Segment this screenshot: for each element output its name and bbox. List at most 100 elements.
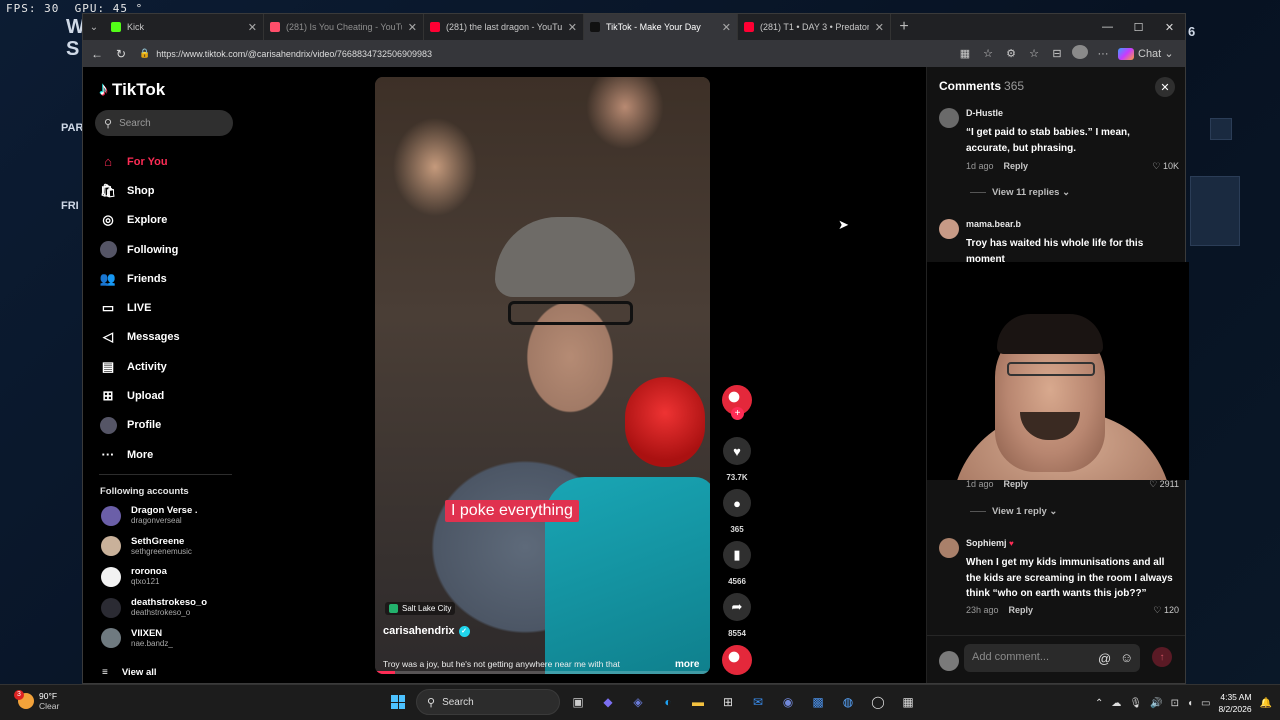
tray-chevron-icon[interactable]: ⌃ bbox=[1095, 698, 1103, 709]
mention-icon[interactable]: @ bbox=[1098, 651, 1111, 666]
refresh-icon[interactable]: ↻ bbox=[109, 42, 133, 66]
location-tag[interactable]: Salt Lake City bbox=[385, 602, 456, 615]
video-player[interactable]: I poke everything Salt Lake City carisah… bbox=[375, 77, 710, 674]
commenter-avatar[interactable] bbox=[939, 108, 959, 128]
weather-widget[interactable]: 3 90°F Clear bbox=[14, 690, 59, 711]
close-tab-icon[interactable]: ✕ bbox=[408, 21, 417, 34]
battery-icon[interactable]: ▭ bbox=[1201, 698, 1210, 709]
speaker-icon[interactable]: 🔊 bbox=[1150, 698, 1162, 709]
sidebar-item-more[interactable]: ··· More bbox=[99, 440, 234, 469]
sidebar-item-activity[interactable]: ▤ Activity bbox=[99, 352, 234, 381]
favorite-star-icon[interactable]: ☆ bbox=[980, 47, 996, 60]
comment-like-button[interactable]: ♡ 2911 bbox=[1149, 479, 1179, 490]
reply-button[interactable]: Reply bbox=[1004, 161, 1029, 171]
sidebar-item-messages[interactable]: ◁ Messages bbox=[99, 323, 234, 352]
following-account[interactable]: SethGreene sethgreenemusic bbox=[101, 536, 192, 557]
mail-icon[interactable]: ✉ bbox=[746, 690, 770, 714]
tab-search-icon[interactable]: ⌄ bbox=[83, 14, 105, 40]
sidebar-item-live[interactable]: ▭ LIVE bbox=[99, 293, 234, 322]
discord-icon[interactable]: ◉ bbox=[776, 690, 800, 714]
obs-icon[interactable]: ◯ bbox=[866, 690, 890, 714]
copilot-app-icon[interactable]: ◆ bbox=[596, 690, 620, 714]
add-comment-input[interactable]: Add comment... bbox=[964, 644, 1140, 672]
reply-button[interactable]: Reply bbox=[1009, 605, 1034, 615]
sidebar-item-friends[interactable]: 👥 Friends bbox=[99, 264, 234, 293]
search-input[interactable]: ⚲ Search bbox=[95, 110, 233, 136]
view-replies-button[interactable]: View 11 replies ⌄ bbox=[970, 187, 1070, 198]
view-replies-button[interactable]: View 1 reply ⌄ bbox=[970, 506, 1057, 517]
close-tab-icon[interactable]: ✕ bbox=[875, 21, 884, 34]
browser-tab[interactable]: (281) the last dragon - YouTube ✕ bbox=[424, 14, 584, 40]
description-more-button[interactable]: more bbox=[675, 659, 699, 670]
copilot-chat-button[interactable]: Chat bbox=[1118, 47, 1161, 60]
edge-icon[interactable]: ◐ bbox=[656, 690, 680, 714]
taskbar-search[interactable]: ⚲ Search bbox=[416, 689, 560, 715]
sidebar-item-profile[interactable]: Profile bbox=[99, 411, 234, 440]
close-comments-icon[interactable]: ✕ bbox=[1155, 77, 1175, 97]
follow-plus-icon[interactable]: + bbox=[731, 407, 744, 420]
comment-like-button[interactable]: ♡ 10K bbox=[1152, 161, 1179, 172]
windows-start-icon[interactable] bbox=[386, 690, 410, 714]
video-author[interactable]: carisahendrix ✓ bbox=[383, 625, 470, 637]
browser-tab[interactable]: (281) Is You Cheating - YouTube ✕ bbox=[264, 14, 424, 40]
save-button[interactable]: ▮ 4566 bbox=[721, 541, 753, 586]
comment-like-button[interactable]: ♡ 120 bbox=[1153, 605, 1179, 616]
following-account[interactable]: deathstrokeso_o deathstrokeso_o bbox=[101, 597, 207, 618]
extensions-icon[interactable]: ⚙ bbox=[1003, 47, 1019, 60]
tiktok-logo[interactable]: ♪ TikTok bbox=[99, 79, 165, 100]
sidebar-item-shop[interactable]: 🛍 Shop bbox=[99, 176, 234, 205]
maximize-icon[interactable]: ☐ bbox=[1123, 14, 1154, 40]
browser-tab[interactable]: TikTok - Make Your Day ✕ bbox=[584, 14, 738, 40]
reply-button[interactable]: Reply bbox=[1004, 479, 1029, 489]
back-icon[interactable]: ← bbox=[85, 42, 109, 66]
comment-button[interactable]: ● 365 bbox=[721, 489, 753, 534]
close-tab-icon[interactable]: ✕ bbox=[248, 21, 257, 34]
sidebar-item-following[interactable]: Following bbox=[99, 235, 234, 264]
like-button[interactable]: ♥ 73.7K bbox=[721, 437, 753, 482]
comment-username[interactable]: Sophiemj ♥ bbox=[966, 538, 1014, 548]
notification-bell-icon[interactable]: 🔔 bbox=[1260, 698, 1272, 709]
close-window-icon[interactable]: ✕ bbox=[1154, 14, 1185, 40]
commenter-avatar[interactable] bbox=[939, 538, 959, 558]
file-explorer-icon[interactable]: ▬ bbox=[686, 690, 710, 714]
following-account[interactable]: Dragon Verse . dragonverseal bbox=[101, 505, 198, 526]
view-all-button[interactable]: ≡ View all bbox=[102, 667, 157, 678]
task-view-icon[interactable]: ▣ bbox=[566, 690, 590, 714]
sidebar-item-for-you[interactable]: ⌂ For You bbox=[99, 147, 234, 176]
collections-icon[interactable]: ☆ bbox=[1026, 47, 1042, 60]
profile-icon[interactable] bbox=[1072, 45, 1088, 62]
clock[interactable]: 4:35 AM 8/2/2026 bbox=[1218, 691, 1251, 715]
new-tab-button[interactable]: + bbox=[891, 14, 917, 40]
settings-more-icon[interactable]: ··· bbox=[1095, 48, 1111, 60]
send-comment-icon[interactable]: ↑ bbox=[1152, 647, 1172, 667]
reader-icon[interactable]: ▦ bbox=[957, 47, 973, 60]
teams-icon[interactable]: ◈ bbox=[626, 690, 650, 714]
network-icon[interactable]: ⊡ bbox=[1171, 698, 1179, 709]
browser-tab[interactable]: (281) T1 • DAY 3 • Predator Pro ✕ bbox=[738, 14, 891, 40]
close-tab-icon[interactable]: ✕ bbox=[722, 21, 731, 34]
close-tab-icon[interactable]: ✕ bbox=[568, 21, 577, 34]
browser-tab[interactable]: Kick ✕ bbox=[105, 14, 264, 40]
minimize-icon[interactable]: — bbox=[1092, 14, 1123, 40]
microphone-icon[interactable]: 🎙 bbox=[1129, 698, 1142, 709]
comment-username[interactable]: mama.bear.b bbox=[966, 219, 1021, 229]
split-screen-icon[interactable]: ⊟ bbox=[1049, 47, 1065, 60]
video-progress-bar[interactable] bbox=[375, 671, 710, 674]
app-icon[interactable]: ▩ bbox=[806, 690, 830, 714]
following-account[interactable]: roronoa qtxo121 bbox=[101, 566, 167, 587]
sidebar-item-explore[interactable]: ◎ Explore bbox=[99, 206, 234, 235]
share-button[interactable]: ➦ 8554 bbox=[721, 593, 753, 638]
app-icon[interactable]: ▦ bbox=[896, 690, 920, 714]
following-account[interactable]: VIIXEN nae.bandz_ bbox=[101, 628, 173, 649]
sidebar-item-upload[interactable]: ⊞ Upload bbox=[99, 381, 234, 410]
cloud-icon[interactable]: ☁ bbox=[1111, 698, 1121, 709]
commenter-avatar[interactable] bbox=[939, 219, 959, 239]
chevron-down-icon[interactable]: ⌄ bbox=[1161, 47, 1177, 60]
store-icon[interactable]: ⊞ bbox=[716, 690, 740, 714]
comment-username[interactable]: D-Hustle bbox=[966, 108, 1003, 118]
volume-icon[interactable]: ◖ bbox=[1187, 698, 1193, 709]
creator-avatar[interactable]: + bbox=[721, 385, 753, 420]
url-field[interactable]: 🔒 https://www.tiktok.com/@carisahendrix/… bbox=[139, 43, 989, 64]
sound-disc[interactable] bbox=[721, 645, 753, 675]
app-icon[interactable]: ◍ bbox=[836, 690, 860, 714]
